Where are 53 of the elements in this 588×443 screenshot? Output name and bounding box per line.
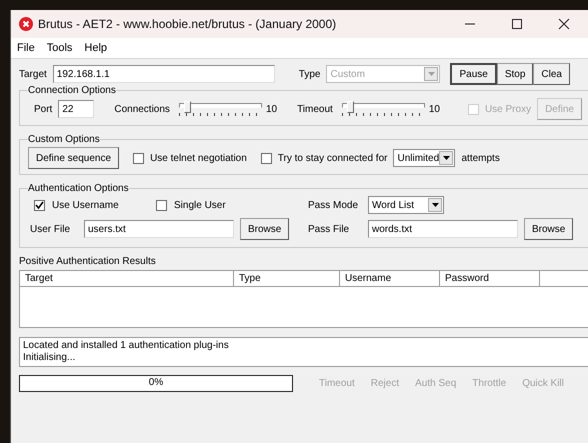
attempts-dropdown[interactable]: Unlimited xyxy=(393,149,456,167)
menu-item[interactable]: File xyxy=(17,42,35,54)
group-title: Authentication Options xyxy=(28,183,129,194)
browse-button[interactable]: Browse xyxy=(240,218,290,240)
window-title: Brutus - AET2 - www.hoobie.net/brutus - (January 2000) xyxy=(38,17,336,31)
checkbox[interactable]: Try to stay connected for xyxy=(260,152,388,164)
column-header[interactable]: Type xyxy=(234,271,340,287)
action-button[interactable]: Stop xyxy=(496,63,534,85)
pass-file-label: Pass File xyxy=(308,224,350,234)
pass-mode-dropdown[interactable]: Word List xyxy=(368,196,444,214)
browse-button[interactable]: Browse xyxy=(524,218,574,240)
status-indicator: Throttle xyxy=(472,378,506,389)
define-sequence-button[interactable]: Define sequence xyxy=(28,147,120,169)
pass-file-field[interactable]: words.txt xyxy=(368,220,518,238)
action-button[interactable]: Clea xyxy=(533,63,570,85)
user-file-field[interactable]: users.txt xyxy=(84,220,234,238)
menu-item[interactable]: Help xyxy=(84,42,108,54)
pass-mode-label: Pass Mode xyxy=(308,200,360,210)
slider-label: Timeout xyxy=(297,104,333,114)
target-label: Target xyxy=(19,68,47,80)
group-title: Connection Options xyxy=(28,85,116,96)
checkbox[interactable]: Single User xyxy=(156,200,266,210)
close-icon[interactable] xyxy=(558,18,570,30)
status-indicator: Timeout xyxy=(319,378,355,389)
action-button[interactable]: Pause xyxy=(450,63,497,85)
slider-value: 10 xyxy=(266,104,278,114)
port-label: Port xyxy=(34,104,52,114)
group-title: Custom Options xyxy=(28,134,100,145)
check-icon xyxy=(35,200,44,210)
results-title: Positive Authentication Results xyxy=(19,256,157,269)
menu-item[interactable]: Tools xyxy=(46,42,72,54)
attempts-label: attempts xyxy=(461,152,500,164)
log-line: Located and installed 1 authentication plug-ins xyxy=(23,340,230,352)
log-line: Initialising... xyxy=(23,352,76,364)
status-indicator: Reject xyxy=(370,378,400,389)
app-icon xyxy=(19,17,33,31)
slider-value: 10 xyxy=(428,104,440,114)
status-indicator: Auth Seq xyxy=(415,378,456,389)
checkbox[interactable]: Use Username xyxy=(34,200,144,210)
column-header[interactable]: Password xyxy=(440,271,540,287)
port-field[interactable]: 22 xyxy=(58,100,94,118)
status-indicator: Quick Kill xyxy=(522,378,564,389)
caret-icon xyxy=(442,156,450,160)
caret-icon xyxy=(432,203,438,207)
slider-label: Connections xyxy=(114,104,170,114)
target-field[interactable]: 192.168.1.1 xyxy=(52,65,275,83)
checkbox[interactable]: Use telnet negotiation xyxy=(133,152,247,164)
caret-icon xyxy=(428,72,435,76)
column-header[interactable]: Target xyxy=(20,271,234,287)
maximize-icon[interactable] xyxy=(511,18,523,30)
user-file-label: User File xyxy=(30,224,72,234)
column-header[interactable]: Username xyxy=(340,271,440,287)
type-label: Type xyxy=(298,68,320,80)
